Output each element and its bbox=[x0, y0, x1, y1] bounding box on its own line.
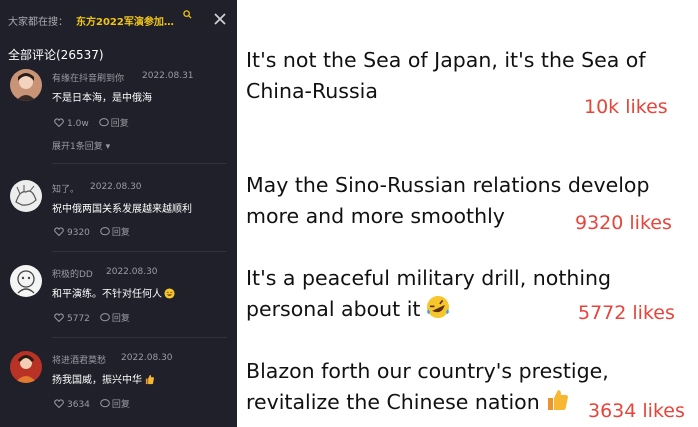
divider bbox=[52, 337, 227, 338]
reply-icon[interactable] bbox=[100, 227, 110, 236]
thumbs-up-emoji-icon bbox=[145, 374, 155, 385]
heart-icon[interactable] bbox=[54, 118, 64, 127]
comment-text: 扬我国威，振兴中华 bbox=[52, 371, 155, 386]
translation-line: Blazon forth our country's prestige, bbox=[246, 359, 609, 383]
translation-line: It's not the Sea of Japan, it's the Sea … bbox=[246, 48, 646, 72]
comment-actions: 9320 回复 bbox=[54, 225, 130, 238]
close-icon[interactable] bbox=[214, 13, 226, 25]
heart-icon[interactable] bbox=[54, 399, 64, 408]
rofl-emoji-icon bbox=[427, 296, 450, 318]
comment-username[interactable]: 有缘在抖音刷到你 bbox=[52, 71, 124, 84]
translation-line: personal about it bbox=[246, 294, 611, 325]
translation-panel: It's not the Sea of Japan, it's the Sea … bbox=[237, 0, 698, 427]
comment-count: 全部评论(26537) bbox=[8, 48, 104, 62]
comment-text-content: 和平演练。不针对任何人 bbox=[52, 289, 162, 300]
divider bbox=[52, 163, 227, 164]
translation-line: May the Sino-Russian relations develop bbox=[246, 173, 650, 197]
comment-date: 2022.08.31 bbox=[142, 71, 194, 81]
like-count: 5772 bbox=[67, 314, 90, 324]
reply-button[interactable]: 回复 bbox=[112, 228, 130, 238]
reply-icon[interactable] bbox=[98, 118, 109, 127]
expand-replies-label: 展开1条回复 bbox=[52, 142, 103, 152]
comment-text: 祝中俄两国关系发展越来越顺利 bbox=[52, 204, 192, 215]
comment-actions: 5772 回复 bbox=[54, 311, 130, 324]
laughing-emoji-icon bbox=[164, 288, 175, 299]
avatar[interactable] bbox=[10, 180, 42, 212]
comment-date: 2022.08.30 bbox=[121, 353, 173, 363]
comment-date: 2022.08.30 bbox=[106, 267, 158, 277]
avatar[interactable] bbox=[10, 351, 42, 383]
comment-date: 2022.08.30 bbox=[90, 182, 142, 192]
translation-line-text: personal about it bbox=[246, 297, 421, 321]
like-count: 9320 bbox=[67, 228, 90, 238]
translation-likes: 3634 likes bbox=[588, 400, 685, 422]
comment-text-content: 扬我国威，振兴中华 bbox=[52, 375, 142, 386]
search-term-link[interactable]: 东方2022军演参加… bbox=[76, 13, 174, 28]
search-prefix: 大家都在搜： bbox=[8, 17, 68, 28]
reply-icon[interactable] bbox=[100, 313, 110, 322]
comment-actions: 1.0w 回复 bbox=[54, 116, 129, 129]
avatar[interactable] bbox=[10, 69, 42, 101]
translation-likes: 5772 likes bbox=[578, 302, 675, 324]
comment-username[interactable]: 积极的DD bbox=[52, 267, 93, 280]
translation-likes: 9320 likes bbox=[575, 212, 672, 234]
reply-icon[interactable] bbox=[100, 399, 110, 408]
translation-text: Blazon forth our country's prestige, rev… bbox=[246, 356, 609, 418]
comment-actions: 3634 回复 bbox=[54, 397, 130, 410]
chevron-down-icon: ▾ bbox=[105, 142, 111, 152]
like-count: 3634 bbox=[67, 400, 90, 410]
translation-text: It's a peaceful military drill, nothing … bbox=[246, 263, 611, 325]
reply-button[interactable]: 回复 bbox=[111, 119, 129, 129]
avatar[interactable] bbox=[10, 265, 42, 297]
divider bbox=[52, 251, 227, 252]
translation-line-text: revitalize the Chinese nation bbox=[246, 390, 540, 414]
thumbs-up-emoji-icon bbox=[547, 390, 568, 410]
search-icon[interactable] bbox=[183, 10, 192, 19]
search-bar[interactable]: 大家都在搜： 东方2022军演参加… bbox=[0, 0, 237, 40]
comment-text: 和平演练。不针对任何人 bbox=[52, 285, 175, 300]
like-count: 1.0w bbox=[67, 119, 89, 129]
expand-replies[interactable]: 展开1条回复 ▾ bbox=[52, 139, 110, 152]
comment-username[interactable]: 将进酒君莫愁 bbox=[52, 353, 106, 366]
translation-likes: 10k likes bbox=[584, 96, 668, 118]
comments-panel: 大家都在搜： 东方2022军演参加… 全部评论(26537) 有缘在抖音刷到你 … bbox=[0, 0, 237, 427]
reply-button[interactable]: 回复 bbox=[112, 400, 130, 410]
comment-text: 不是日本海，是中俄海 bbox=[52, 93, 152, 104]
heart-icon[interactable] bbox=[54, 227, 64, 236]
translation-line: It's a peaceful military drill, nothing bbox=[246, 266, 612, 290]
comment-username[interactable]: 知了。 bbox=[52, 182, 79, 195]
translation-line: revitalize the Chinese nation bbox=[246, 387, 609, 418]
reply-button[interactable]: 回复 bbox=[112, 314, 130, 324]
heart-icon[interactable] bbox=[54, 313, 64, 322]
